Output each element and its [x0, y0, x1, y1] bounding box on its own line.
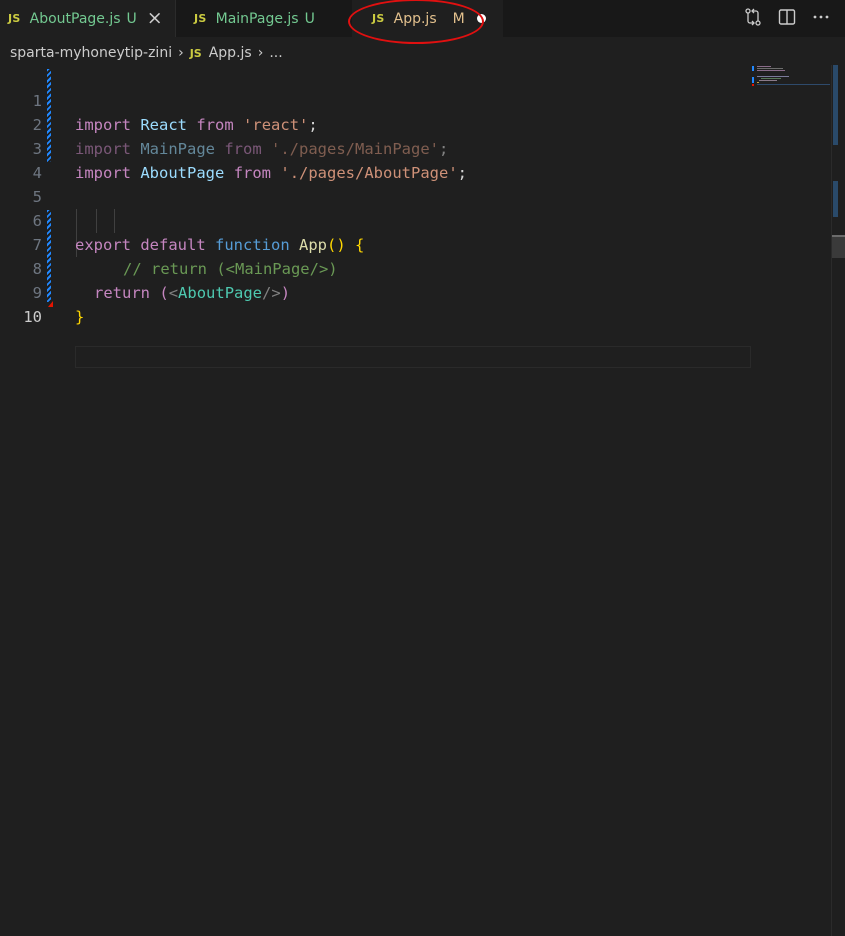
tab-bar: JS AboutPage.js U × JS MainPage.js U JS …	[0, 0, 845, 44]
scroll-change-marker	[833, 65, 838, 145]
git-status-badge: U	[126, 10, 137, 27]
chevron-right-icon: ›	[257, 45, 264, 61]
js-file-icon: JS	[189, 46, 202, 60]
code-line: 2 import MainPage from './pages/MainPage…	[0, 89, 830, 158]
chevron-right-icon: ›	[178, 45, 184, 61]
code-line: 5	[0, 161, 830, 206]
current-line-highlight	[75, 346, 751, 368]
breadcrumb-file[interactable]: App.js	[209, 45, 252, 61]
code-line: 3 import AboutPage from './pages/AboutPa…	[0, 113, 830, 182]
compare-changes-icon[interactable]	[743, 7, 763, 27]
minimap[interactable]	[752, 65, 830, 105]
breadcrumb-symbols[interactable]: ...	[269, 45, 282, 61]
code-line: 4	[0, 137, 830, 182]
js-file-icon: JS	[194, 12, 207, 25]
split-editor-icon[interactable]	[777, 7, 797, 27]
tab-mainpage[interactable]: JS MainPage.js U	[177, 0, 350, 37]
js-file-icon: JS	[8, 12, 21, 25]
code-line: 9 }	[0, 257, 830, 326]
scroll-thumb[interactable]	[832, 235, 845, 258]
tab-label: MainPage.js	[215, 10, 299, 27]
code-line: 10	[0, 281, 830, 326]
line-9-text: }	[75, 308, 85, 326]
more-actions-icon[interactable]	[811, 7, 831, 27]
unsaved-dot-icon[interactable]	[476, 14, 486, 23]
code-line: 8 return (<AboutPage/>)	[0, 233, 830, 302]
editor-actions	[743, 7, 831, 27]
breadcrumb-folder[interactable]: sparta-myhoneytip-zini	[10, 45, 172, 61]
tab-label: App.js	[393, 10, 437, 27]
vertical-scrollbar[interactable]	[831, 65, 845, 936]
git-status-badge: U	[304, 10, 315, 27]
scroll-change-marker	[833, 181, 838, 217]
close-icon[interactable]: ×	[147, 9, 163, 28]
git-status-badge: M	[452, 10, 465, 27]
tab-label: AboutPage.js	[29, 10, 121, 27]
code-line: 6 export default function App() {	[0, 185, 830, 254]
code-editor[interactable]: 1 import React from 'react'; 2 import Ma…	[0, 65, 830, 936]
tab-app[interactable]: JS App.js M	[352, 0, 503, 37]
code-line: 1 import React from 'react';	[0, 65, 830, 134]
deleted-line-marker-icon	[48, 301, 53, 307]
js-file-icon: JS	[372, 12, 385, 25]
tab-aboutpage[interactable]: JS AboutPage.js U ×	[0, 0, 176, 37]
breadcrumb: sparta-myhoneytip-zini › JS App.js › ...	[10, 42, 283, 64]
line-number-active: 10	[23, 308, 42, 326]
code-line: 7 // return (<MainPage/>)	[0, 209, 830, 278]
